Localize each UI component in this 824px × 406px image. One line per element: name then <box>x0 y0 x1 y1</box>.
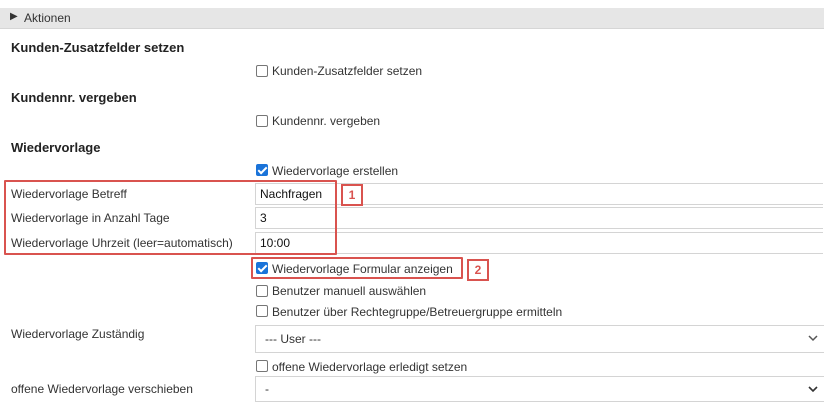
zustaendig-select-value: --- User --- <box>265 332 321 346</box>
chevron-down-icon <box>808 335 818 342</box>
erledigt-label[interactable]: offene Wiedervorlage erledigt setzen <box>272 360 467 374</box>
benutzer-manuell-label[interactable]: Benutzer manuell auswählen <box>272 284 426 298</box>
anzahl-tage-input[interactable]: 3 <box>255 207 823 229</box>
erledigt-checkbox[interactable] <box>256 360 268 372</box>
section-title-wiedervorlage: Wiedervorlage <box>11 140 101 155</box>
wiedervorlage-erstellen-checkbox[interactable] <box>256 164 268 176</box>
rechtegruppe-checkbox[interactable] <box>256 305 268 317</box>
aktionen-header-label: Aktionen <box>24 11 71 25</box>
benutzer-manuell-checkbox[interactable] <box>256 285 268 297</box>
zustaendig-select[interactable]: --- User --- <box>255 325 824 353</box>
kundennr-checkbox-label[interactable]: Kundennr. vergeben <box>272 114 380 128</box>
verschieben-select[interactable]: - <box>255 376 824 402</box>
collapse-arrow-icon[interactable]: ▶ <box>10 11 18 22</box>
annotation-box-1 <box>4 180 337 255</box>
section-title-kunden-zusatzfelder: Kunden-Zusatzfelder setzen <box>11 40 185 55</box>
kunden-zusatzfelder-checkbox-label[interactable]: Kunden-Zusatzfelder setzen <box>272 64 422 78</box>
section-title-kundennr: Kundennr. vergeben <box>11 90 137 105</box>
kundennr-checkbox[interactable] <box>256 115 268 127</box>
verschieben-label: offene Wiedervorlage verschieben <box>11 382 193 396</box>
rechtegruppe-label[interactable]: Benutzer über Rechtegruppe/Betreuergrupp… <box>272 305 562 319</box>
annotation-box-2 <box>251 257 463 279</box>
annotation-badge-2: 2 <box>467 259 489 281</box>
chevron-down-icon <box>808 386 818 393</box>
verschieben-select-value: - <box>265 382 269 396</box>
aktionen-header[interactable]: ▶ Aktionen <box>0 8 824 29</box>
annotation-badge-1: 1 <box>341 184 363 206</box>
uhrzeit-input[interactable]: 10:00 <box>255 232 823 254</box>
kunden-zusatzfelder-checkbox[interactable] <box>256 65 268 77</box>
wiedervorlage-erstellen-label[interactable]: Wiedervorlage erstellen <box>272 164 398 178</box>
zustaendig-label: Wiedervorlage Zuständig <box>11 327 145 341</box>
